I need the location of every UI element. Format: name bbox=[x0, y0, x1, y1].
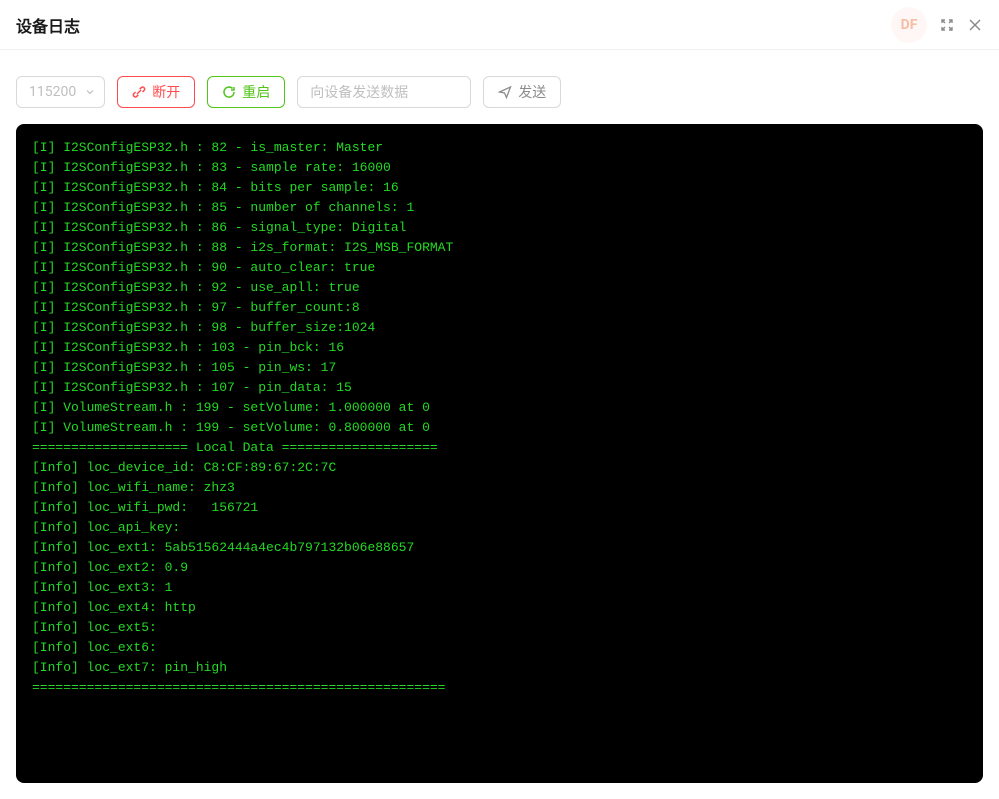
log-line: [I] I2SConfigESP32.h : 83 - sample rate:… bbox=[32, 158, 967, 178]
device-log-modal: 设备日志 DF 115200 bbox=[0, 0, 999, 799]
send-icon bbox=[498, 85, 512, 99]
header-right: DF bbox=[891, 7, 983, 43]
log-line: [I] VolumeStream.h : 199 - setVolume: 0.… bbox=[32, 418, 967, 438]
restart-label: 重启 bbox=[242, 82, 270, 102]
log-line: [Info] loc_ext3: 1 bbox=[32, 578, 967, 598]
restart-button[interactable]: 重启 bbox=[207, 76, 285, 108]
log-line: [Info] loc_ext1: 5ab51562444a4ec4b797132… bbox=[32, 538, 967, 558]
modal-header: 设备日志 DF bbox=[0, 0, 999, 50]
disconnect-label: 断开 bbox=[152, 82, 180, 102]
log-line: ==================== Local Data ========… bbox=[32, 438, 967, 458]
modal-title: 设备日志 bbox=[16, 13, 80, 37]
log-line: ========================================… bbox=[32, 678, 967, 698]
log-line: [Info] loc_ext6: bbox=[32, 638, 967, 658]
baud-rate-select[interactable]: 115200 bbox=[16, 76, 105, 108]
log-line: [I] I2SConfigESP32.h : 107 - pin_data: 1… bbox=[32, 378, 967, 398]
log-line: [Info] loc_device_id: C8:CF:89:67:2C:7C bbox=[32, 458, 967, 478]
log-line: [Info] loc_wifi_name: zhz3 bbox=[32, 478, 967, 498]
log-line: [Info] loc_api_key: bbox=[32, 518, 967, 538]
disconnect-icon bbox=[132, 85, 146, 99]
log-line: [I] I2SConfigESP32.h : 97 - buffer_count… bbox=[32, 298, 967, 318]
close-icon[interactable] bbox=[967, 17, 983, 33]
log-line: [I] VolumeStream.h : 199 - setVolume: 1.… bbox=[32, 398, 967, 418]
send-label: 发送 bbox=[518, 82, 546, 102]
log-line: [Info] loc_wifi_pwd: 156721 bbox=[32, 498, 967, 518]
log-line: [I] I2SConfigESP32.h : 86 - signal_type:… bbox=[32, 218, 967, 238]
log-line: [I] I2SConfigESP32.h : 103 - pin_bck: 16 bbox=[32, 338, 967, 358]
log-line: [I] I2SConfigESP32.h : 92 - use_apll: tr… bbox=[32, 278, 967, 298]
console-wrap: [I] I2SConfigESP32.h : 82 - is_master: M… bbox=[0, 124, 999, 799]
log-line: [Info] loc_ext2: 0.9 bbox=[32, 558, 967, 578]
disconnect-button[interactable]: 断开 bbox=[117, 76, 195, 108]
log-line: [I] I2SConfigESP32.h : 105 - pin_ws: 17 bbox=[32, 358, 967, 378]
log-line: [Info] loc_ext4: http bbox=[32, 598, 967, 618]
log-line: [I] I2SConfigESP32.h : 88 - i2s_format: … bbox=[32, 238, 967, 258]
fullscreen-icon[interactable] bbox=[939, 17, 955, 33]
log-line: [I] I2SConfigESP32.h : 84 - bits per sam… bbox=[32, 178, 967, 198]
brand-badge: DF bbox=[891, 7, 927, 43]
log-line: [I] I2SConfigESP32.h : 90 - auto_clear: … bbox=[32, 258, 967, 278]
send-input[interactable] bbox=[297, 76, 471, 108]
toolbar: 115200 断开 重启 bbox=[0, 50, 999, 124]
log-line: [I] I2SConfigESP32.h : 82 - is_master: M… bbox=[32, 138, 967, 158]
log-line: [Info] loc_ext7: pin_high bbox=[32, 658, 967, 678]
log-console[interactable]: [I] I2SConfigESP32.h : 82 - is_master: M… bbox=[16, 124, 983, 783]
log-line: [I] I2SConfigESP32.h : 98 - buffer_size:… bbox=[32, 318, 967, 338]
chevron-down-icon bbox=[84, 86, 96, 98]
log-line: [Info] loc_ext5: bbox=[32, 618, 967, 638]
send-button[interactable]: 发送 bbox=[483, 76, 561, 108]
baud-rate-value: 115200 bbox=[29, 84, 76, 100]
restart-icon bbox=[222, 85, 236, 99]
log-line: [I] I2SConfigESP32.h : 85 - number of ch… bbox=[32, 198, 967, 218]
